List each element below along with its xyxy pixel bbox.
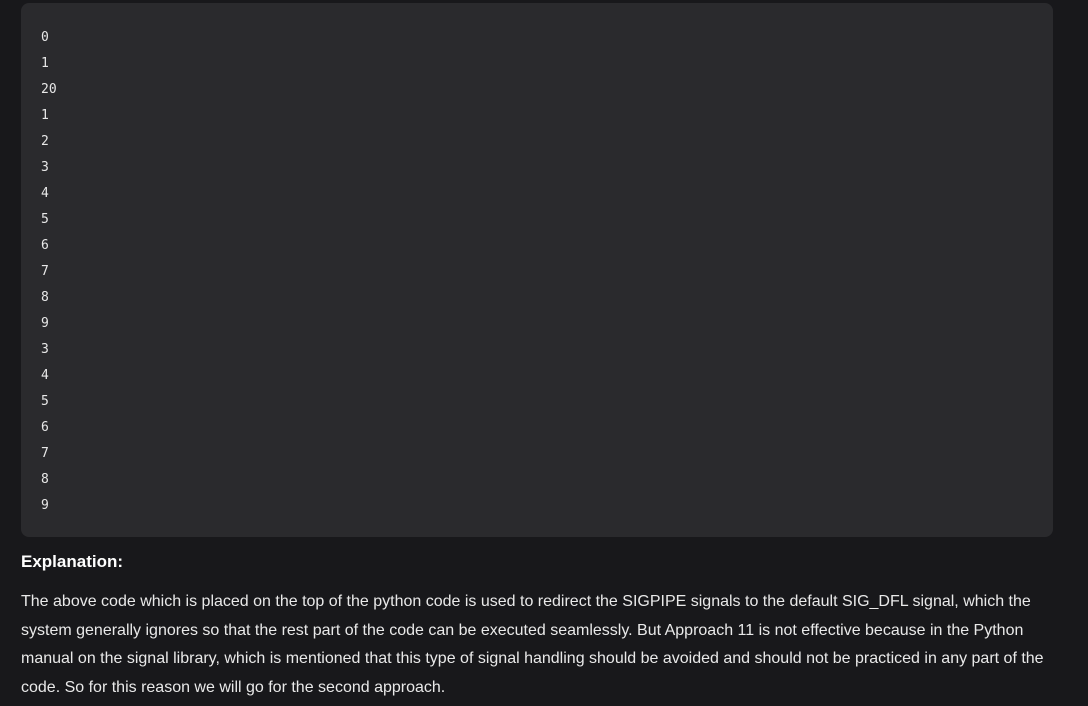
code-line: 0 (41, 30, 49, 45)
code-line: 9 (41, 498, 49, 513)
code-line: 4 (41, 368, 49, 383)
code-line: 8 (41, 472, 49, 487)
code-line: 2 (41, 134, 49, 149)
explanation-heading: Explanation: (21, 552, 124, 571)
code-line: 8 (41, 290, 49, 305)
explanation-paragraph: The above code which is placed on the to… (21, 593, 1044, 696)
code-line: 5 (41, 212, 49, 227)
code-line: 1 (41, 56, 49, 71)
code-line: 7 (41, 446, 49, 461)
code-line: 3 (41, 160, 49, 175)
code-line: 5 (41, 394, 49, 409)
code-line: 9 (41, 316, 49, 331)
code-line: 6 (41, 238, 49, 253)
code-line: 20 (41, 82, 57, 97)
code-line: 6 (41, 420, 49, 435)
code-output-block: 0 1 20 1 2 3 4 5 6 7 8 9 3 4 5 6 7 8 9 (21, 3, 1053, 537)
code-line: 4 (41, 186, 49, 201)
code-line: 3 (41, 342, 49, 357)
code-line: 1 (41, 108, 49, 123)
code-line: 7 (41, 264, 49, 279)
